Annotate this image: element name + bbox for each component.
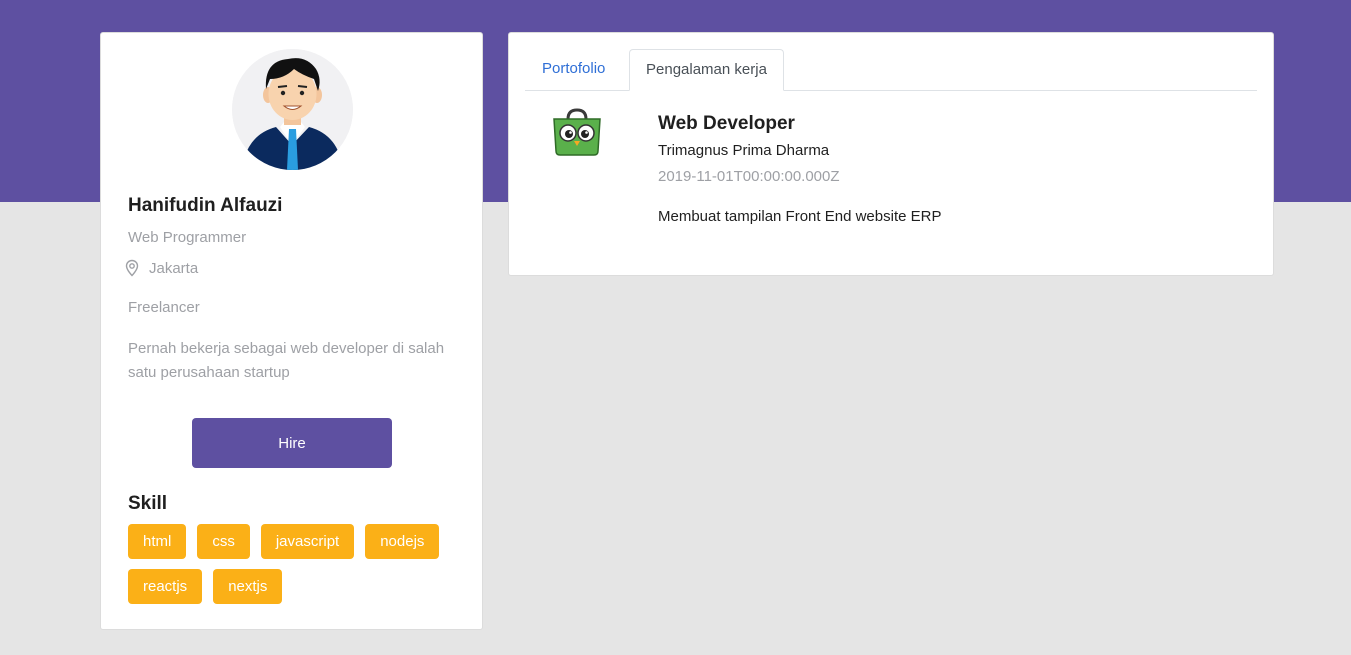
experience-position: Web Developer [658, 113, 795, 134]
profile-job-title: Web Programmer [128, 229, 247, 246]
profile-bio: Pernah bekerja sebagai web developer di … [128, 340, 445, 381]
skill-chip: nextjs [213, 569, 283, 604]
skill-section-title: Skill [128, 493, 168, 514]
tab-portfolio[interactable]: Portofolio [526, 49, 621, 91]
experience-company: Trimagnus Prima Dharma [658, 142, 830, 159]
skill-chip: html [128, 524, 187, 559]
experience-card: Portofolio Pengalaman kerja Web Develope… [508, 32, 1274, 276]
profile-work-type: Freelancer [128, 299, 200, 316]
user-avatar-icon [232, 49, 353, 170]
skill-chip: css [197, 524, 250, 559]
tab-experience[interactable]: Pengalaman kerja [629, 49, 784, 91]
map-pin-icon [125, 259, 139, 277]
avatar [232, 49, 353, 170]
profile-location-label: Jakarta [149, 259, 199, 277]
profile-location: Jakarta [123, 259, 198, 277]
profile-tabs: Portofolio Pengalaman kerja [525, 49, 1257, 91]
skill-chip: reactjs [128, 569, 203, 604]
skill-chip: javascript [260, 524, 355, 559]
skill-chip: nodejs [365, 524, 440, 559]
profile-name: Hanifudin Alfauzi [128, 195, 283, 216]
experience-description: Membuat tampilan Front End website ERP [658, 208, 942, 225]
skill-list: html css javascript nodejs reactjs nextj… [128, 524, 468, 604]
hire-button[interactable]: Hire [192, 418, 392, 468]
experience-date: 2019-11-01T00:00:00.000Z [658, 168, 840, 185]
profile-card: Hanifudin Alfauzi Web Programmer Jakarta… [100, 32, 483, 630]
owl-bag-logo-icon [553, 108, 601, 156]
